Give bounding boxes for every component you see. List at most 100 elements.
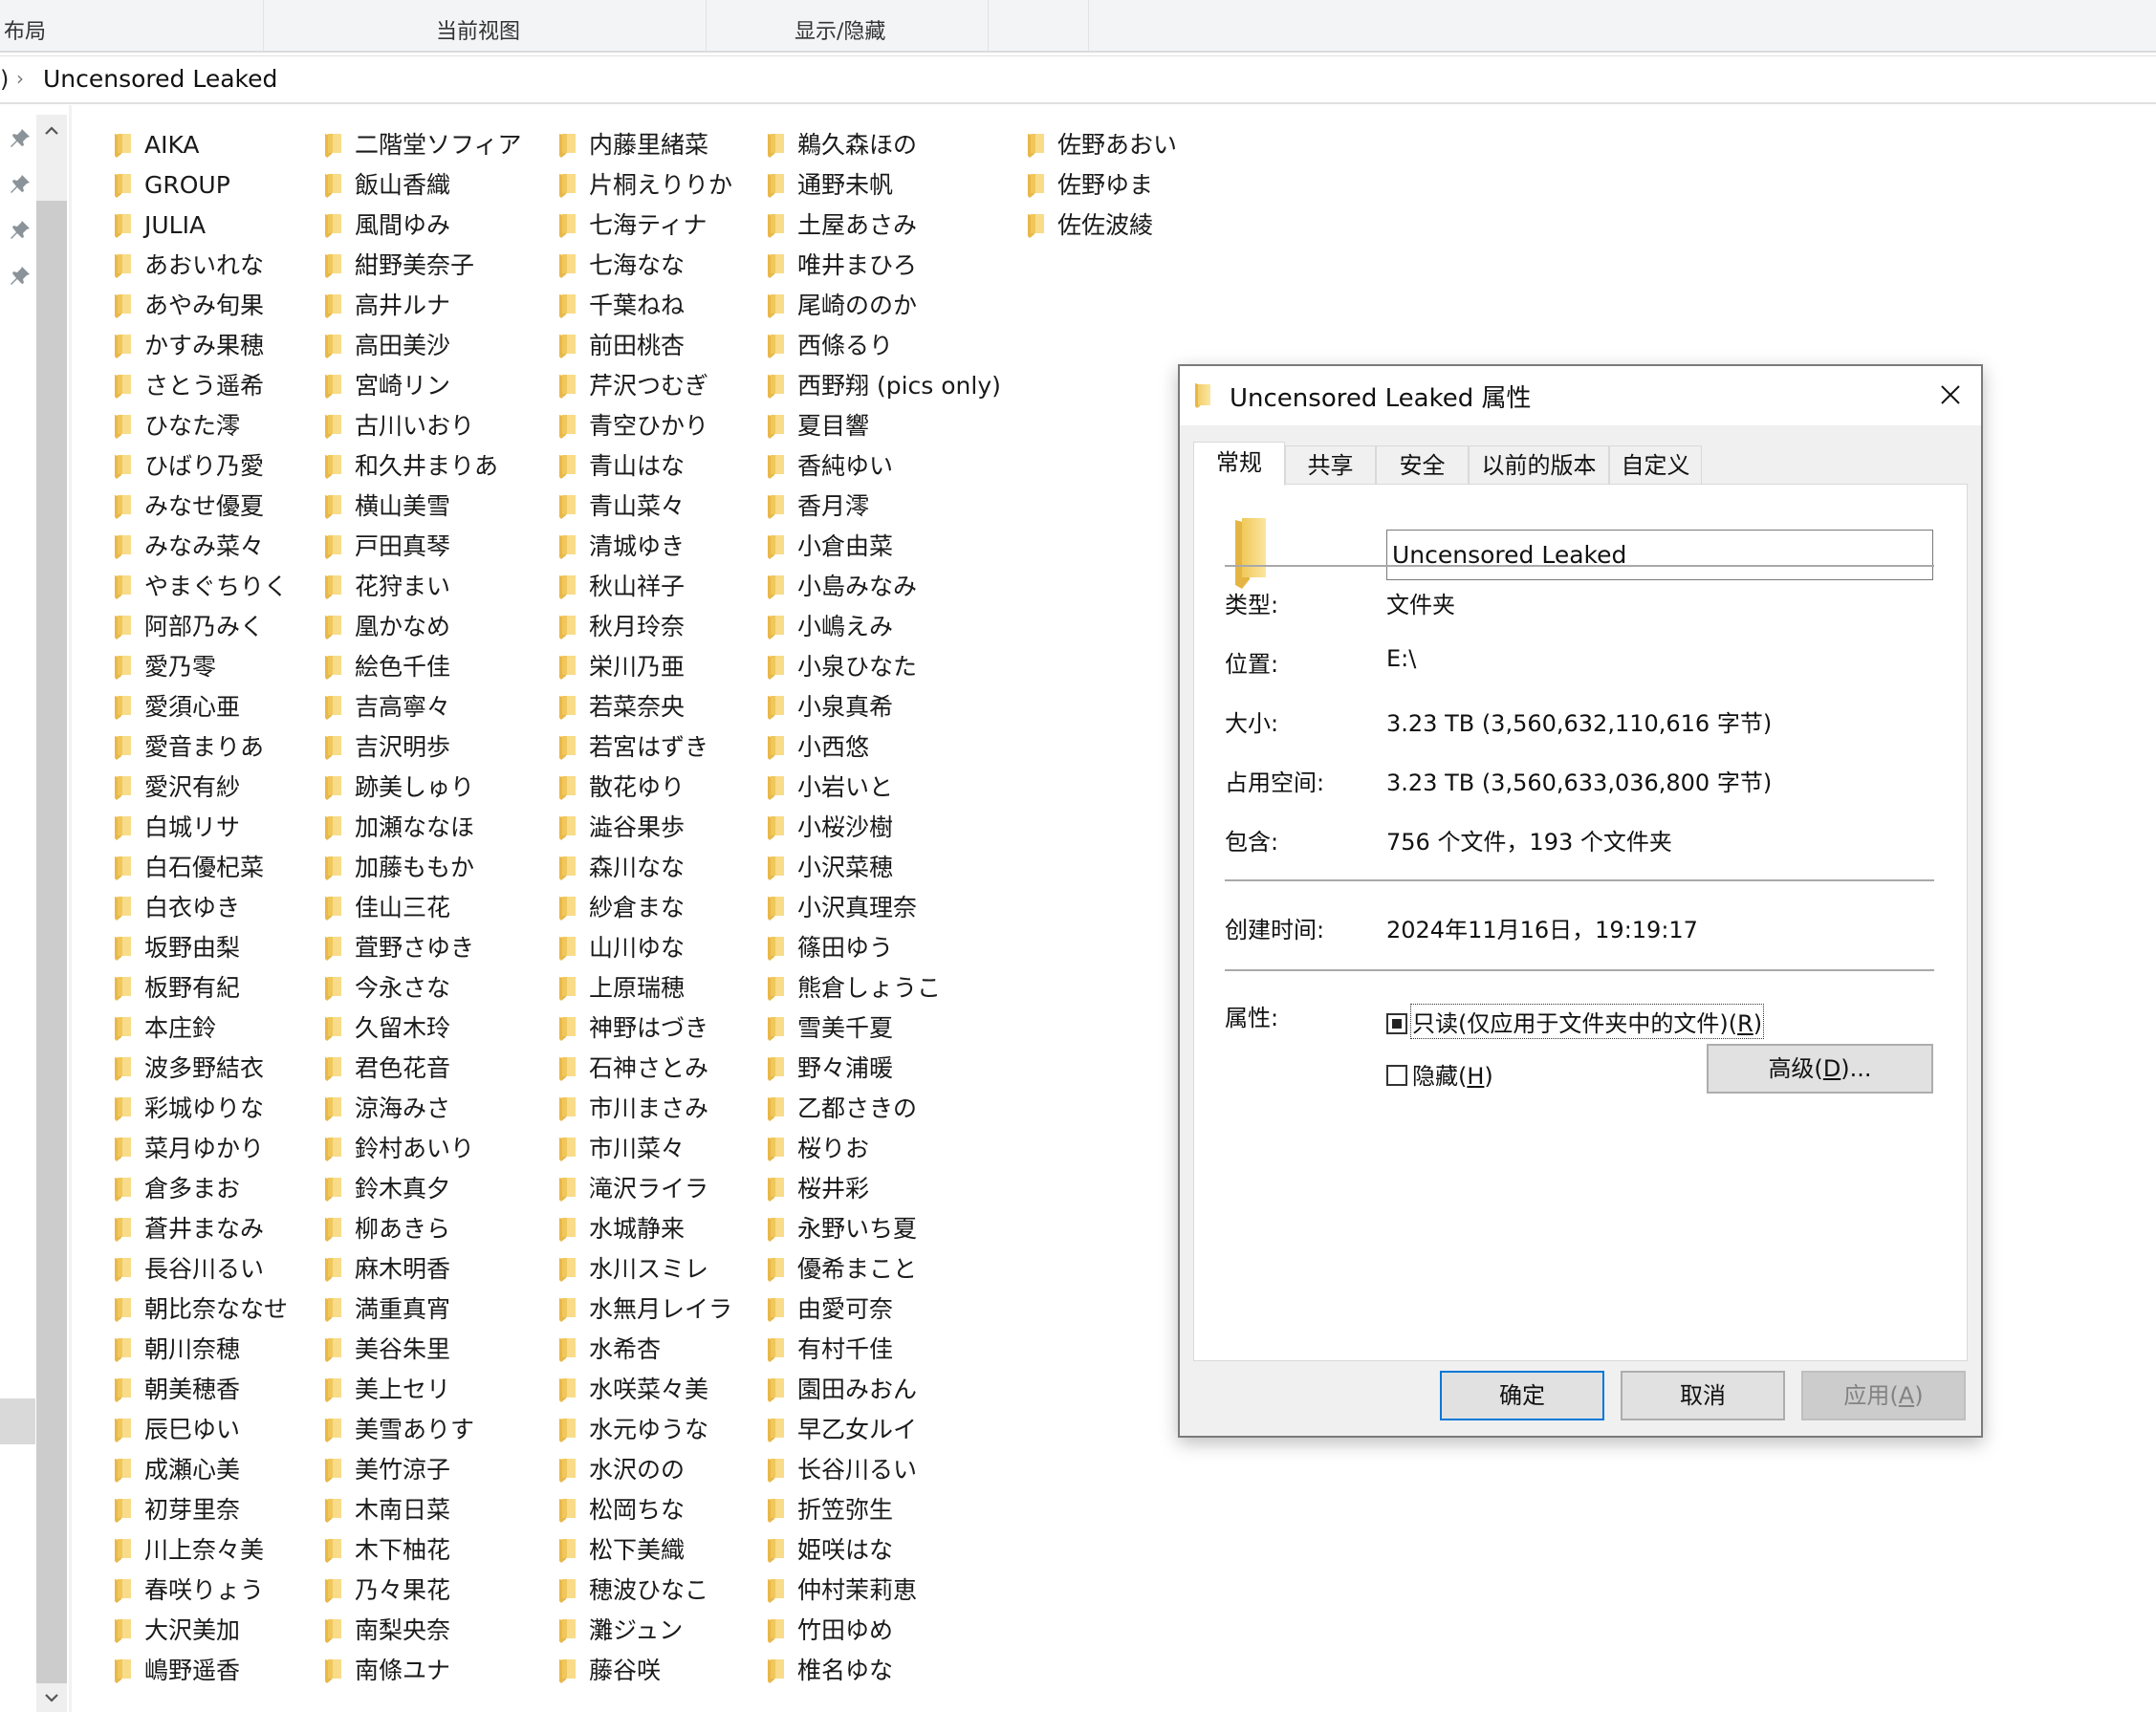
accelerator-key: D bbox=[1822, 1055, 1841, 1082]
folder-name: 内藤里緒菜 bbox=[589, 131, 709, 159]
folder-name: 木南日菜 bbox=[355, 1496, 451, 1524]
folder-name: 森川なな bbox=[589, 854, 686, 881]
location-value: E:\ bbox=[1386, 645, 1417, 672]
folder-name: AIKA bbox=[144, 131, 200, 159]
folder-name: 優希まこと bbox=[797, 1255, 918, 1283]
folder-icon bbox=[325, 1138, 341, 1161]
ribbon-group-label: 布局 bbox=[4, 20, 47, 44]
chevron-right-icon[interactable]: › bbox=[16, 67, 24, 90]
tab-general[interactable]: 常规 bbox=[1193, 442, 1285, 486]
folder-icon bbox=[559, 455, 576, 479]
folder-name: 石神さとみ bbox=[589, 1054, 709, 1082]
folder-icon bbox=[115, 977, 131, 1001]
folder-name: 涼海みさ bbox=[355, 1094, 451, 1122]
cancel-button[interactable]: 取消 bbox=[1621, 1371, 1785, 1420]
folder-name: 春咲りょう bbox=[144, 1576, 265, 1604]
folder-icon bbox=[325, 415, 341, 439]
folder-icon bbox=[325, 1057, 341, 1081]
folder-name: 板野有紀 bbox=[144, 974, 241, 1002]
pane-divider[interactable] bbox=[69, 105, 72, 1712]
readonly-tail: ) bbox=[1753, 1010, 1763, 1037]
folder-name: 七海ティナ bbox=[589, 211, 708, 239]
folder-name: 朝比奈ななせ bbox=[144, 1295, 289, 1323]
folder-name: 佐野ゆま bbox=[1057, 171, 1154, 199]
address-bar[interactable]: ) › Uncensored Leaked bbox=[0, 55, 2156, 104]
scroll-down-button[interactable] bbox=[36, 1683, 67, 1712]
folder-name: 紺野美奈子 bbox=[355, 251, 475, 279]
folder-icon bbox=[768, 1419, 784, 1442]
separator bbox=[1225, 565, 1934, 567]
accelerator-key: H bbox=[1467, 1063, 1485, 1090]
folder-name: 初芽里奈 bbox=[144, 1496, 241, 1524]
ribbon-group-layout[interactable]: 布局 bbox=[0, 0, 264, 51]
folder-name: 萓野さゆき bbox=[355, 934, 475, 962]
tab-sharing[interactable]: 共享 bbox=[1285, 445, 1376, 484]
folder-icon bbox=[325, 214, 341, 238]
ok-button[interactable]: 确定 bbox=[1440, 1371, 1604, 1420]
ribbon-group-current-view[interactable]: 当前视图 bbox=[264, 0, 707, 51]
breadcrumb-current[interactable]: Uncensored Leaked bbox=[43, 65, 277, 93]
folder-name: 小泉ひなた bbox=[797, 653, 918, 681]
folder-icon bbox=[559, 254, 576, 278]
nav-scrollbar[interactable] bbox=[36, 115, 67, 1712]
ribbon-group-empty bbox=[989, 0, 1089, 51]
folder-name: 小泉真希 bbox=[797, 693, 894, 721]
pin-icon[interactable] bbox=[8, 218, 33, 243]
folder-name-input[interactable] bbox=[1386, 530, 1933, 580]
folder-icon bbox=[768, 455, 784, 479]
scroll-up-button[interactable] bbox=[36, 115, 67, 201]
pin-icon[interactable] bbox=[8, 126, 33, 151]
folder-name: 水無月レイラ bbox=[589, 1295, 733, 1323]
folder-name: 七海なな bbox=[589, 251, 686, 279]
folder-icon bbox=[768, 977, 784, 1001]
folder-icon bbox=[559, 1017, 576, 1041]
nav-selected-item[interactable] bbox=[0, 1398, 35, 1444]
folder-icon bbox=[559, 1619, 576, 1643]
folder-icon bbox=[559, 1218, 576, 1242]
advanced-text: 高级( bbox=[1768, 1055, 1823, 1082]
apply-tail: ) bbox=[1914, 1382, 1924, 1409]
hidden-label[interactable]: 隐藏(H) bbox=[1412, 1057, 1493, 1091]
breadcrumb-truncated[interactable]: ) bbox=[0, 66, 9, 93]
ribbon-group-show-hide[interactable]: 显示/隐藏 bbox=[707, 0, 989, 51]
folder-name: 吉沢明歩 bbox=[355, 733, 451, 761]
folder-icon bbox=[325, 1419, 341, 1442]
tab-customize[interactable]: 自定义 bbox=[1609, 445, 1702, 484]
folder-icon bbox=[115, 294, 131, 318]
advanced-button[interactable]: 高级(D)... bbox=[1707, 1044, 1933, 1094]
readonly-label[interactable]: 只读(仅应用于文件夹中的文件)(R) bbox=[1409, 1004, 1765, 1039]
pin-icon[interactable] bbox=[8, 172, 33, 197]
pin-icon[interactable] bbox=[8, 264, 33, 289]
dialog-title-bar[interactable]: Uncensored Leaked 属性 bbox=[1180, 366, 1981, 425]
folder-icon bbox=[559, 1659, 576, 1683]
folder-icon bbox=[768, 736, 784, 760]
close-icon[interactable] bbox=[1933, 378, 1968, 412]
folder-name: 青山はな bbox=[589, 452, 686, 480]
ribbon: 布局 当前视图 显示/隐藏 bbox=[0, 0, 2156, 53]
folder-icon bbox=[115, 254, 131, 278]
folder-icon bbox=[325, 1218, 341, 1242]
size-on-disk-value: 3.23 TB (3,560,633,036,800 字节) bbox=[1386, 769, 1773, 796]
hidden-checkbox[interactable] bbox=[1386, 1065, 1407, 1086]
folder-name: 白城リサ bbox=[144, 813, 241, 841]
folder-icon bbox=[325, 1579, 341, 1603]
folder-name: 加藤ももか bbox=[355, 854, 475, 881]
folder-name: 長谷川るい bbox=[144, 1255, 265, 1283]
folder-name: 今永さな bbox=[355, 974, 451, 1002]
readonly-checkbox[interactable] bbox=[1386, 1013, 1407, 1034]
folder-name: 水咲菜々美 bbox=[589, 1376, 709, 1403]
folder-name: 由愛可奈 bbox=[797, 1295, 894, 1323]
separator bbox=[1225, 969, 1934, 971]
folder-name: 愛音まりあ bbox=[144, 733, 265, 761]
folder-icon bbox=[768, 1138, 784, 1161]
tab-security[interactable]: 安全 bbox=[1376, 445, 1469, 484]
apply-button[interactable]: 应用(A) bbox=[1801, 1371, 1966, 1420]
folder-name: 阿部乃みく bbox=[144, 613, 265, 640]
folder-icon bbox=[115, 1378, 131, 1402]
folder-name: 桜井彩 bbox=[797, 1175, 870, 1203]
folder-icon bbox=[559, 1258, 576, 1282]
folder-icon bbox=[768, 1057, 784, 1081]
tab-previous-versions[interactable]: 以前的版本 bbox=[1469, 445, 1609, 484]
folder-name: かすみ果穂 bbox=[144, 332, 265, 359]
folder-icon bbox=[325, 776, 341, 800]
